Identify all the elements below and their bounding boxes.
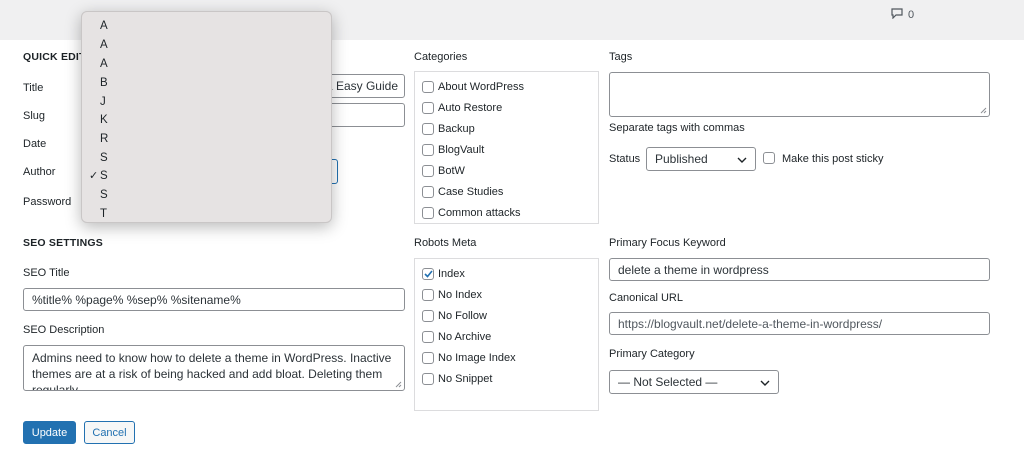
- status-label: Status: [609, 153, 641, 165]
- checkbox-icon[interactable]: [422, 164, 434, 177]
- dropdown-option[interactable]: A: [100, 39, 108, 51]
- resize-grip-icon[interactable]: [395, 381, 402, 388]
- checkbox-icon[interactable]: [422, 101, 434, 114]
- title-label: Title: [23, 82, 44, 94]
- category-item[interactable]: About WordPress: [422, 76, 598, 97]
- checkmark-icon: ✓: [89, 170, 99, 182]
- comment-icon: [891, 8, 903, 22]
- update-button[interactable]: Update: [23, 421, 76, 444]
- seo-title-input[interactable]: %title% %page% %sep% %sitename%: [23, 288, 405, 311]
- comment-count[interactable]: 0: [891, 8, 914, 22]
- robots-item-no-image-index[interactable]: No Image Index: [422, 347, 598, 368]
- checkbox-icon[interactable]: [422, 330, 434, 343]
- slug-label: Slug: [23, 110, 46, 122]
- password-label: Password: [23, 196, 72, 208]
- tags-heading: Tags: [609, 51, 633, 63]
- chevron-down-icon: [760, 375, 770, 389]
- seo-description-text: Admins need to know how to delete a them…: [32, 351, 392, 391]
- slug-input[interactable]: [320, 103, 405, 127]
- canonical-url-input[interactable]: https://blogvault.net/delete-a-theme-in-…: [609, 312, 990, 335]
- checkbox-icon[interactable]: [422, 309, 434, 322]
- dropdown-option[interactable]: R: [100, 133, 108, 145]
- category-item[interactable]: BlogVault: [422, 139, 598, 160]
- categories-heading: Categories: [414, 51, 468, 63]
- checkbox-icon[interactable]: [422, 288, 434, 301]
- seo-description-textarea[interactable]: Admins need to know how to delete a them…: [23, 345, 405, 391]
- robots-meta-heading: Robots Meta: [414, 237, 477, 249]
- checkbox-checked-icon[interactable]: [422, 267, 434, 280]
- category-item[interactable]: Backup: [422, 118, 598, 139]
- focus-keyword-input[interactable]: delete a theme in wordpress: [609, 258, 990, 281]
- status-select[interactable]: Published: [646, 147, 756, 171]
- robots-meta-list[interactable]: Index No Index No Follow No Archive No I…: [414, 258, 599, 411]
- sticky-label: Make this post sticky: [782, 153, 884, 165]
- author-dropdown-menu[interactable]: A A A B J K R S ✓ S S T: [81, 11, 332, 223]
- robots-item-no-archive[interactable]: No Archive: [422, 326, 598, 347]
- comment-count-value: 0: [908, 9, 915, 21]
- canonical-url-label: Canonical URL: [609, 292, 683, 304]
- date-label: Date: [23, 138, 47, 150]
- author-label: Author: [23, 166, 56, 178]
- status-select-value: Published: [655, 152, 708, 166]
- checkbox-icon[interactable]: [422, 143, 434, 156]
- dropdown-option[interactable]: B: [100, 77, 108, 89]
- primary-category-label: Primary Category: [609, 348, 695, 360]
- category-item[interactable]: Common attacks: [422, 202, 598, 223]
- chevron-down-icon: [737, 152, 747, 166]
- tags-textarea[interactable]: [609, 72, 990, 117]
- dropdown-option[interactable]: T: [100, 208, 107, 220]
- category-item[interactable]: Case Studies: [422, 181, 598, 202]
- dropdown-option[interactable]: S: [100, 189, 108, 201]
- checkbox-icon[interactable]: [422, 122, 434, 135]
- checkbox-icon[interactable]: [422, 372, 434, 385]
- checkbox-icon[interactable]: [422, 351, 434, 364]
- quick-edit-heading: QUICK EDIT: [23, 51, 86, 63]
- seo-settings-heading: SEO SETTINGS: [23, 237, 103, 249]
- checkbox-icon[interactable]: [422, 206, 434, 219]
- dropdown-option[interactable]: S: [100, 152, 108, 164]
- categories-list[interactable]: About WordPress Auto Restore Backup Blog…: [414, 71, 599, 224]
- dropdown-option[interactable]: K: [100, 114, 108, 126]
- title-input[interactable]: & Easy Guide: [320, 74, 405, 98]
- checkbox-icon[interactable]: [422, 185, 434, 198]
- seo-description-label: SEO Description: [23, 324, 105, 336]
- focus-keyword-label: Primary Focus Keyword: [609, 237, 726, 249]
- primary-category-select[interactable]: — Not Selected —: [609, 370, 779, 394]
- dropdown-option[interactable]: A: [100, 20, 108, 32]
- tags-hint: Separate tags with commas: [609, 122, 745, 134]
- seo-title-label: SEO Title: [23, 267, 70, 279]
- robots-item-no-snippet[interactable]: No Snippet: [422, 368, 598, 389]
- robots-item-no-index[interactable]: No Index: [422, 284, 598, 305]
- robots-item-no-follow[interactable]: No Follow: [422, 305, 598, 326]
- category-item[interactable]: Auto Restore: [422, 97, 598, 118]
- dropdown-option[interactable]: J: [100, 96, 106, 108]
- sticky-checkbox[interactable]: [763, 152, 775, 164]
- dropdown-option[interactable]: A: [100, 58, 108, 70]
- cancel-button[interactable]: Cancel: [84, 421, 135, 444]
- primary-category-value: — Not Selected —: [618, 375, 718, 389]
- category-item[interactable]: BotW: [422, 160, 598, 181]
- checkbox-icon[interactable]: [422, 80, 434, 93]
- robots-item-index[interactable]: Index: [422, 263, 598, 284]
- resize-grip-icon[interactable]: [980, 107, 987, 114]
- dropdown-option-selected[interactable]: S: [100, 170, 108, 182]
